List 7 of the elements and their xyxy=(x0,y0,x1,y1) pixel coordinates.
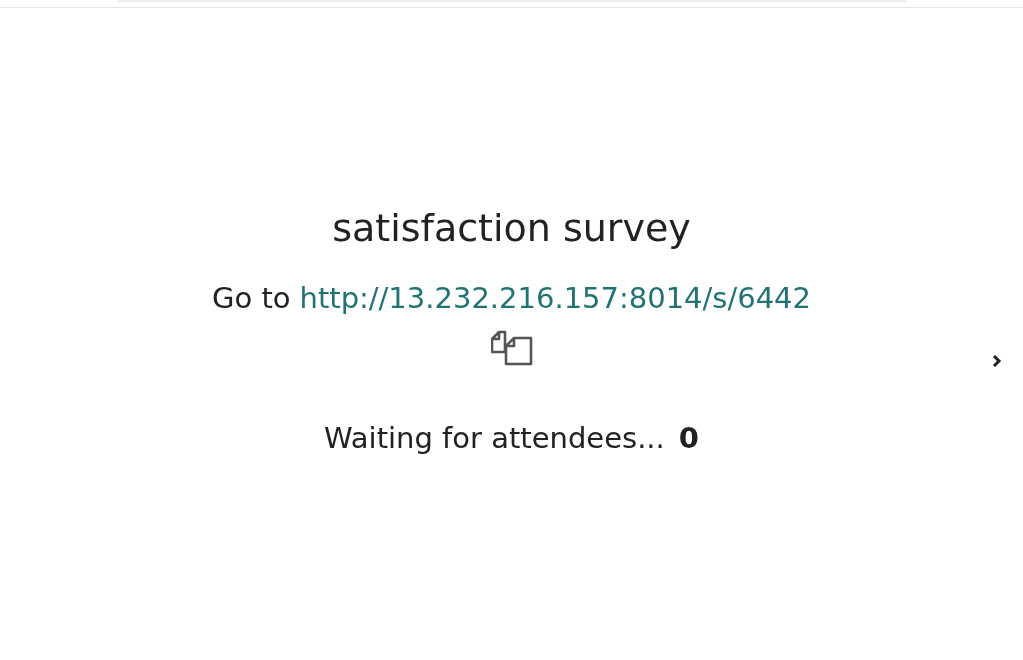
copy-icon[interactable] xyxy=(490,328,533,366)
survey-link[interactable]: http://13.232.216.157:8014/s/6442 xyxy=(299,280,811,316)
chevron-right-icon[interactable] xyxy=(991,354,1002,368)
go-to-label: Go to xyxy=(212,280,291,316)
waiting-label: Waiting for attendees... xyxy=(324,420,665,457)
survey-title: satisfaction survey xyxy=(332,205,691,252)
attendee-count: 0 xyxy=(678,420,699,457)
